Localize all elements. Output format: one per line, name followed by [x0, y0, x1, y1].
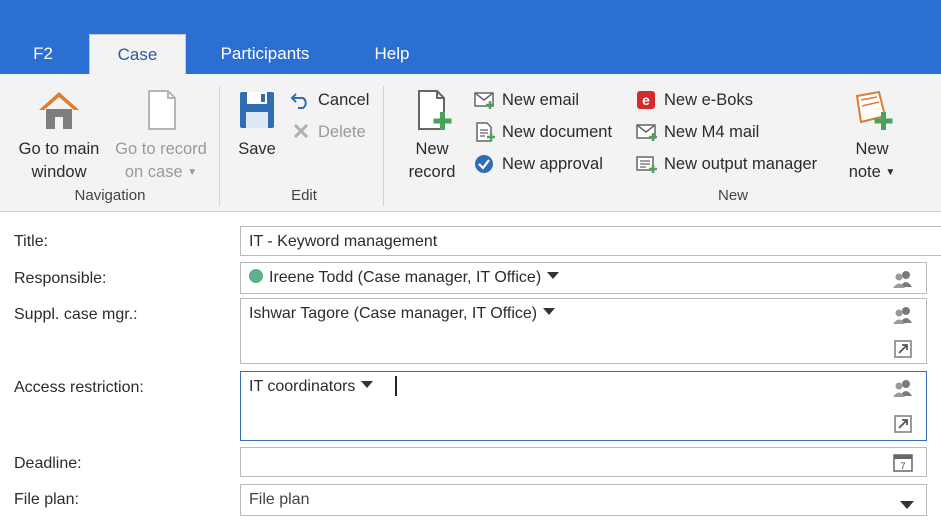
- output-manager-icon: [636, 156, 657, 173]
- delete-label: Delete: [318, 123, 366, 141]
- new-document-button[interactable]: New document: [474, 118, 626, 146]
- go-to-main-label-line1: Go to main: [18, 140, 100, 158]
- access-restriction-label: Access restriction:: [14, 379, 144, 396]
- text-cursor: [395, 376, 397, 396]
- house-icon: [39, 92, 79, 129]
- new-approval-label: New approval: [502, 155, 603, 173]
- tab-help[interactable]: Help: [357, 34, 427, 74]
- new-group-label: New: [717, 187, 748, 204]
- title-field[interactable]: IT - Keyword management: [240, 226, 941, 256]
- go-to-record-label-line2: on case: [124, 163, 183, 181]
- ribbon-tab-bar: F2 Case Participants Help: [0, 0, 941, 74]
- envelope-m4-icon: [636, 124, 657, 141]
- document-lines-plus-icon: [476, 122, 495, 142]
- delete-button[interactable]: Delete: [290, 118, 376, 146]
- new-note-label-line2: note: [848, 163, 881, 181]
- tab-participants[interactable]: Participants: [206, 34, 324, 74]
- chevron-down-icon[interactable]: [900, 501, 914, 509]
- suppl-case-mgr-label: Suppl. case mgr.:: [14, 306, 138, 323]
- chevron-down-icon: ▼: [187, 167, 198, 179]
- people-icon[interactable]: [892, 378, 914, 398]
- file-plan-value: File plan: [249, 491, 310, 508]
- ribbon: Go to main window Go to record on case ▼…: [0, 74, 941, 212]
- go-to-main-window-button[interactable]: Go to main window: [10, 88, 108, 184]
- people-icon[interactable]: [892, 305, 914, 325]
- tab-case[interactable]: Case: [89, 34, 186, 74]
- go-to-record-on-case-button[interactable]: Go to record on case ▼: [108, 88, 214, 184]
- save-label: Save: [238, 140, 276, 158]
- note-plus-icon: [855, 90, 893, 130]
- title-label: Title:: [14, 233, 49, 250]
- suppl-case-mgr-value: Ishwar Tagore (Case manager, IT Office): [249, 305, 538, 322]
- new-m4-mail-label: New M4 mail: [664, 123, 760, 141]
- new-record-button[interactable]: New record: [398, 88, 466, 184]
- responsible-field[interactable]: Ireene Todd (Case manager, IT Office): [240, 262, 927, 294]
- new-email-button[interactable]: New email: [474, 86, 604, 114]
- new-note-label-line1: New: [855, 140, 889, 158]
- deadline-field[interactable]: 7: [240, 447, 927, 477]
- edit-group-label: Edit: [291, 187, 317, 204]
- new-email-label: New email: [502, 91, 580, 109]
- calendar-icon[interactable]: 7: [892, 452, 914, 472]
- chevron-down-icon: ▼: [885, 167, 896, 179]
- floppy-disk-icon: [240, 92, 274, 128]
- undo-arrow-icon: [290, 93, 307, 109]
- new-document-label: New document: [502, 123, 613, 141]
- new-record-label-line2: record: [408, 163, 456, 181]
- svg-text:e: e: [642, 92, 650, 108]
- go-to-record-label-line1: Go to record: [115, 140, 207, 158]
- chevron-down-icon[interactable]: [547, 272, 560, 280]
- new-output-manager-button[interactable]: New output manager: [636, 150, 832, 178]
- new-eboks-button[interactable]: e New e-Boks: [636, 86, 766, 114]
- ribbon-separator: [383, 86, 384, 206]
- new-note-button[interactable]: New note ▼: [842, 88, 902, 184]
- expand-arrow-icon[interactable]: [892, 339, 914, 359]
- go-to-main-label-line2: window: [31, 163, 87, 181]
- eboks-icon: e: [637, 91, 655, 109]
- cancel-button[interactable]: Cancel: [290, 86, 376, 114]
- checkmark-circle-icon: [475, 155, 493, 173]
- document-outline-icon: [148, 90, 176, 130]
- responsible-label: Responsible:: [14, 270, 107, 287]
- deadline-label: Deadline:: [14, 455, 82, 472]
- title-value: IT - Keyword management: [249, 233, 438, 250]
- save-button[interactable]: Save: [230, 88, 284, 161]
- new-record-label-line1: New: [415, 140, 449, 158]
- navigation-group-label: Navigation: [74, 187, 146, 204]
- status-dot: [249, 269, 263, 283]
- envelope-plus-icon: [474, 92, 494, 109]
- suppl-case-mgr-field[interactable]: Ishwar Tagore (Case manager, IT Office): [240, 298, 927, 364]
- cancel-label: Cancel: [318, 91, 370, 109]
- expand-arrow-icon[interactable]: [892, 414, 914, 434]
- new-approval-button[interactable]: New approval: [474, 150, 626, 178]
- ribbon-separator: [219, 86, 220, 206]
- access-restriction-field[interactable]: IT coordinators: [240, 371, 927, 441]
- responsible-value: Ireene Todd (Case manager, IT Office): [269, 269, 542, 286]
- new-eboks-label: New e-Boks: [664, 91, 753, 109]
- chevron-down-icon[interactable]: [543, 308, 556, 316]
- people-icon[interactable]: [892, 269, 914, 289]
- chevron-down-icon[interactable]: [361, 381, 374, 389]
- new-m4-mail-button[interactable]: New M4 mail: [636, 118, 776, 146]
- file-plan-select[interactable]: File plan: [240, 484, 927, 516]
- svg-text:7: 7: [900, 461, 905, 471]
- document-plus-icon: [418, 90, 452, 130]
- access-restriction-value: IT coordinators: [249, 378, 356, 395]
- new-output-manager-label: New output manager: [664, 155, 818, 173]
- tab-f2[interactable]: F2: [14, 34, 72, 74]
- file-plan-label: File plan:: [14, 491, 79, 508]
- x-delete-icon: [293, 123, 309, 139]
